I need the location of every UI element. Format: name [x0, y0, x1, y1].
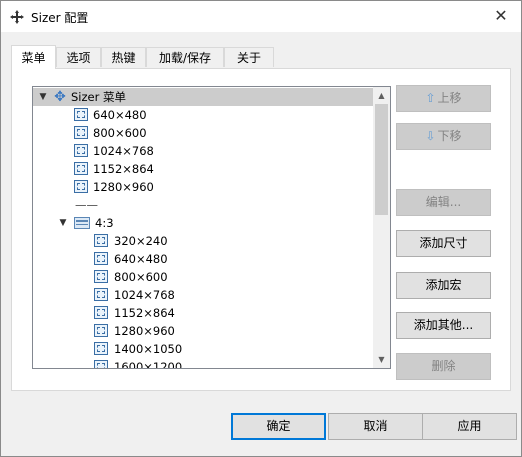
screen-size-icon	[74, 180, 88, 193]
arrow-up-icon: ⇧	[425, 91, 436, 105]
tree-separator[interactable]: ——	[33, 196, 373, 214]
tree-item-label: 640×480	[93, 108, 147, 122]
screen-size-icon	[94, 324, 108, 337]
tree-item[interactable]: 1024×768	[33, 142, 373, 160]
tree-item[interactable]: 1400×1050	[33, 340, 373, 358]
sizer-config-window: Sizer 配置 ✕ 菜单 选项 热键 加载/保存 关于 ▼ ✥ Sizer 菜…	[0, 0, 522, 457]
add-size-button[interactable]: 添加尺寸	[396, 230, 491, 257]
tree-vertical-scrollbar[interactable]: ▲ ▼	[373, 87, 390, 368]
collapse-icon[interactable]: ▼	[57, 214, 69, 232]
add-other-button[interactable]: 添加其他...	[396, 312, 491, 339]
move-down-button[interactable]: ⇩ 下移	[396, 123, 491, 150]
tree-item-label: 1024×768	[114, 288, 175, 302]
tree-item[interactable]: 320×240	[33, 232, 373, 250]
tree-item[interactable]: 1600×1200	[33, 358, 373, 369]
move-up-label: 上移	[437, 91, 462, 105]
move-arrows-icon	[10, 10, 24, 24]
screen-size-icon	[94, 342, 108, 355]
tab-menu[interactable]: 菜单	[11, 45, 56, 69]
screen-size-icon	[94, 360, 108, 368]
delete-button[interactable]: 删除	[396, 353, 491, 380]
menu-tab-panel: ▼ ✥ Sizer 菜单 640×480 800×600 1024×768 11…	[11, 68, 511, 391]
tree-item-label: 800×600	[114, 270, 168, 284]
tree-item-label: 1152×864	[114, 306, 175, 320]
close-button[interactable]: ✕	[481, 1, 521, 32]
tree-group-row[interactable]: ▼ 4:3	[33, 214, 373, 232]
tree-root-row[interactable]: ▼ ✥ Sizer 菜单	[33, 88, 373, 106]
tree-item-label: 1152×864	[93, 162, 154, 176]
arrow-down-icon: ⇩	[425, 129, 436, 143]
move-down-label: 下移	[437, 129, 462, 143]
ok-button[interactable]: 确定	[231, 413, 326, 440]
sizer-root-icon: ✥	[54, 89, 66, 105]
tree-item-label: 320×240	[114, 234, 168, 248]
cancel-button[interactable]: 取消	[328, 413, 423, 440]
tree-item[interactable]: 800×600	[33, 124, 373, 142]
scrollbar-thumb[interactable]	[375, 104, 388, 215]
scroll-down-icon[interactable]: ▼	[373, 351, 390, 368]
tree-item-label: 1400×1050	[114, 342, 183, 356]
screen-size-icon	[94, 288, 108, 301]
tree-item[interactable]: 640×480	[33, 250, 373, 268]
group-list-icon	[74, 217, 90, 229]
tree-item-label: 800×600	[93, 126, 147, 140]
title-bar: Sizer 配置 ✕	[1, 1, 521, 32]
tree-item[interactable]: 1152×864	[33, 304, 373, 322]
tab-options[interactable]: 选项	[56, 47, 101, 67]
tab-hotkeys[interactable]: 热键	[101, 47, 146, 67]
move-up-button[interactable]: ⇧ 上移	[396, 85, 491, 112]
tree-item-label: 1600×1200	[114, 360, 183, 369]
screen-size-icon	[74, 126, 88, 139]
screen-size-icon	[74, 108, 88, 121]
tree-item[interactable]: 1152×864	[33, 160, 373, 178]
add-macro-button[interactable]: 添加宏	[396, 272, 491, 299]
tree-item-label: 1280×960	[93, 180, 154, 194]
tree-group-label: 4:3	[95, 216, 114, 230]
screen-size-icon	[94, 270, 108, 283]
tree-item[interactable]: 640×480	[33, 106, 373, 124]
tree-root-label: Sizer 菜单	[71, 90, 126, 104]
tree-item[interactable]: 1280×960	[33, 322, 373, 340]
window-title: Sizer 配置	[31, 11, 89, 25]
menu-tree[interactable]: ▼ ✥ Sizer 菜单 640×480 800×600 1024×768 11…	[32, 86, 391, 369]
screen-size-icon	[94, 234, 108, 247]
tree-item[interactable]: 1280×960	[33, 178, 373, 196]
tree-item-label: 1024×768	[93, 144, 154, 158]
tab-load-save[interactable]: 加载/保存	[146, 47, 224, 67]
tree-item[interactable]: 800×600	[33, 268, 373, 286]
screen-size-icon	[94, 252, 108, 265]
separator-label: ——	[75, 198, 98, 212]
screen-size-icon	[74, 162, 88, 175]
edit-button[interactable]: 编辑...	[396, 189, 491, 216]
screen-size-icon	[94, 306, 108, 319]
collapse-icon[interactable]: ▼	[37, 88, 49, 106]
scroll-up-icon[interactable]: ▲	[373, 87, 390, 104]
tree-item[interactable]: 1024×768	[33, 286, 373, 304]
tab-about[interactable]: 关于	[224, 47, 274, 67]
tree-item-label: 1280×960	[114, 324, 175, 338]
screen-size-icon	[74, 144, 88, 157]
apply-button[interactable]: 应用	[422, 413, 517, 440]
tree-item-label: 640×480	[114, 252, 168, 266]
